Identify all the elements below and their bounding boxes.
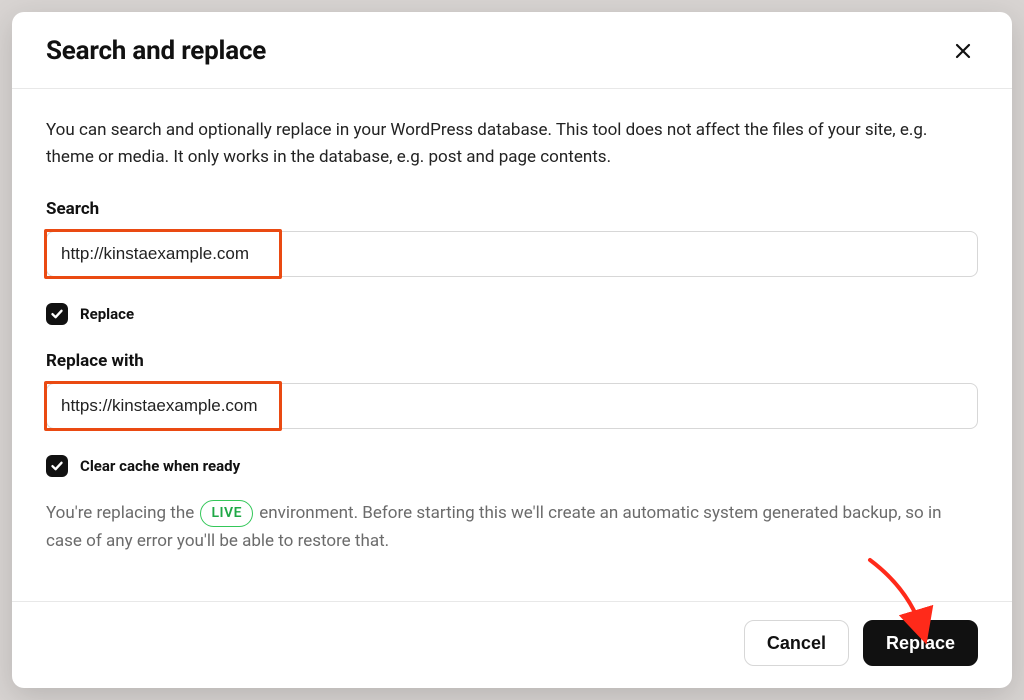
clear-cache-checkbox-label: Clear cache when ready — [80, 457, 240, 475]
close-button[interactable] — [948, 36, 978, 66]
search-input-wrap — [46, 231, 978, 277]
replace-with-input-wrap — [46, 383, 978, 429]
replace-checkbox-row: Replace — [46, 303, 978, 325]
search-replace-modal: Search and replace You can search and op… — [12, 12, 1012, 688]
replace-checkbox-label: Replace — [80, 305, 134, 323]
clear-cache-checkbox[interactable] — [46, 455, 68, 477]
replace-with-input[interactable] — [46, 383, 978, 429]
close-icon — [954, 42, 972, 60]
modal-body: You can search and optionally replace in… — [12, 89, 1012, 601]
replace-with-field-group: Replace with — [46, 351, 978, 429]
intro-text: You can search and optionally replace in… — [46, 117, 978, 171]
check-icon — [50, 307, 64, 321]
modal-title: Search and replace — [46, 36, 266, 66]
modal-footer: Cancel Replace — [12, 601, 1012, 688]
search-label: Search — [46, 199, 978, 219]
cancel-button[interactable]: Cancel — [744, 620, 849, 666]
replace-with-label: Replace with — [46, 351, 978, 371]
clear-cache-checkbox-row: Clear cache when ready — [46, 455, 978, 477]
search-field-group: Search — [46, 199, 978, 277]
replace-checkbox[interactable] — [46, 303, 68, 325]
live-badge: LIVE — [200, 500, 253, 527]
search-input[interactable] — [46, 231, 978, 277]
note-text-before: You're replacing the — [46, 503, 198, 523]
modal-header: Search and replace — [12, 12, 1012, 89]
check-icon — [50, 459, 64, 473]
replace-button[interactable]: Replace — [863, 620, 978, 666]
environment-note: You're replacing the LIVE environment. B… — [46, 499, 978, 555]
